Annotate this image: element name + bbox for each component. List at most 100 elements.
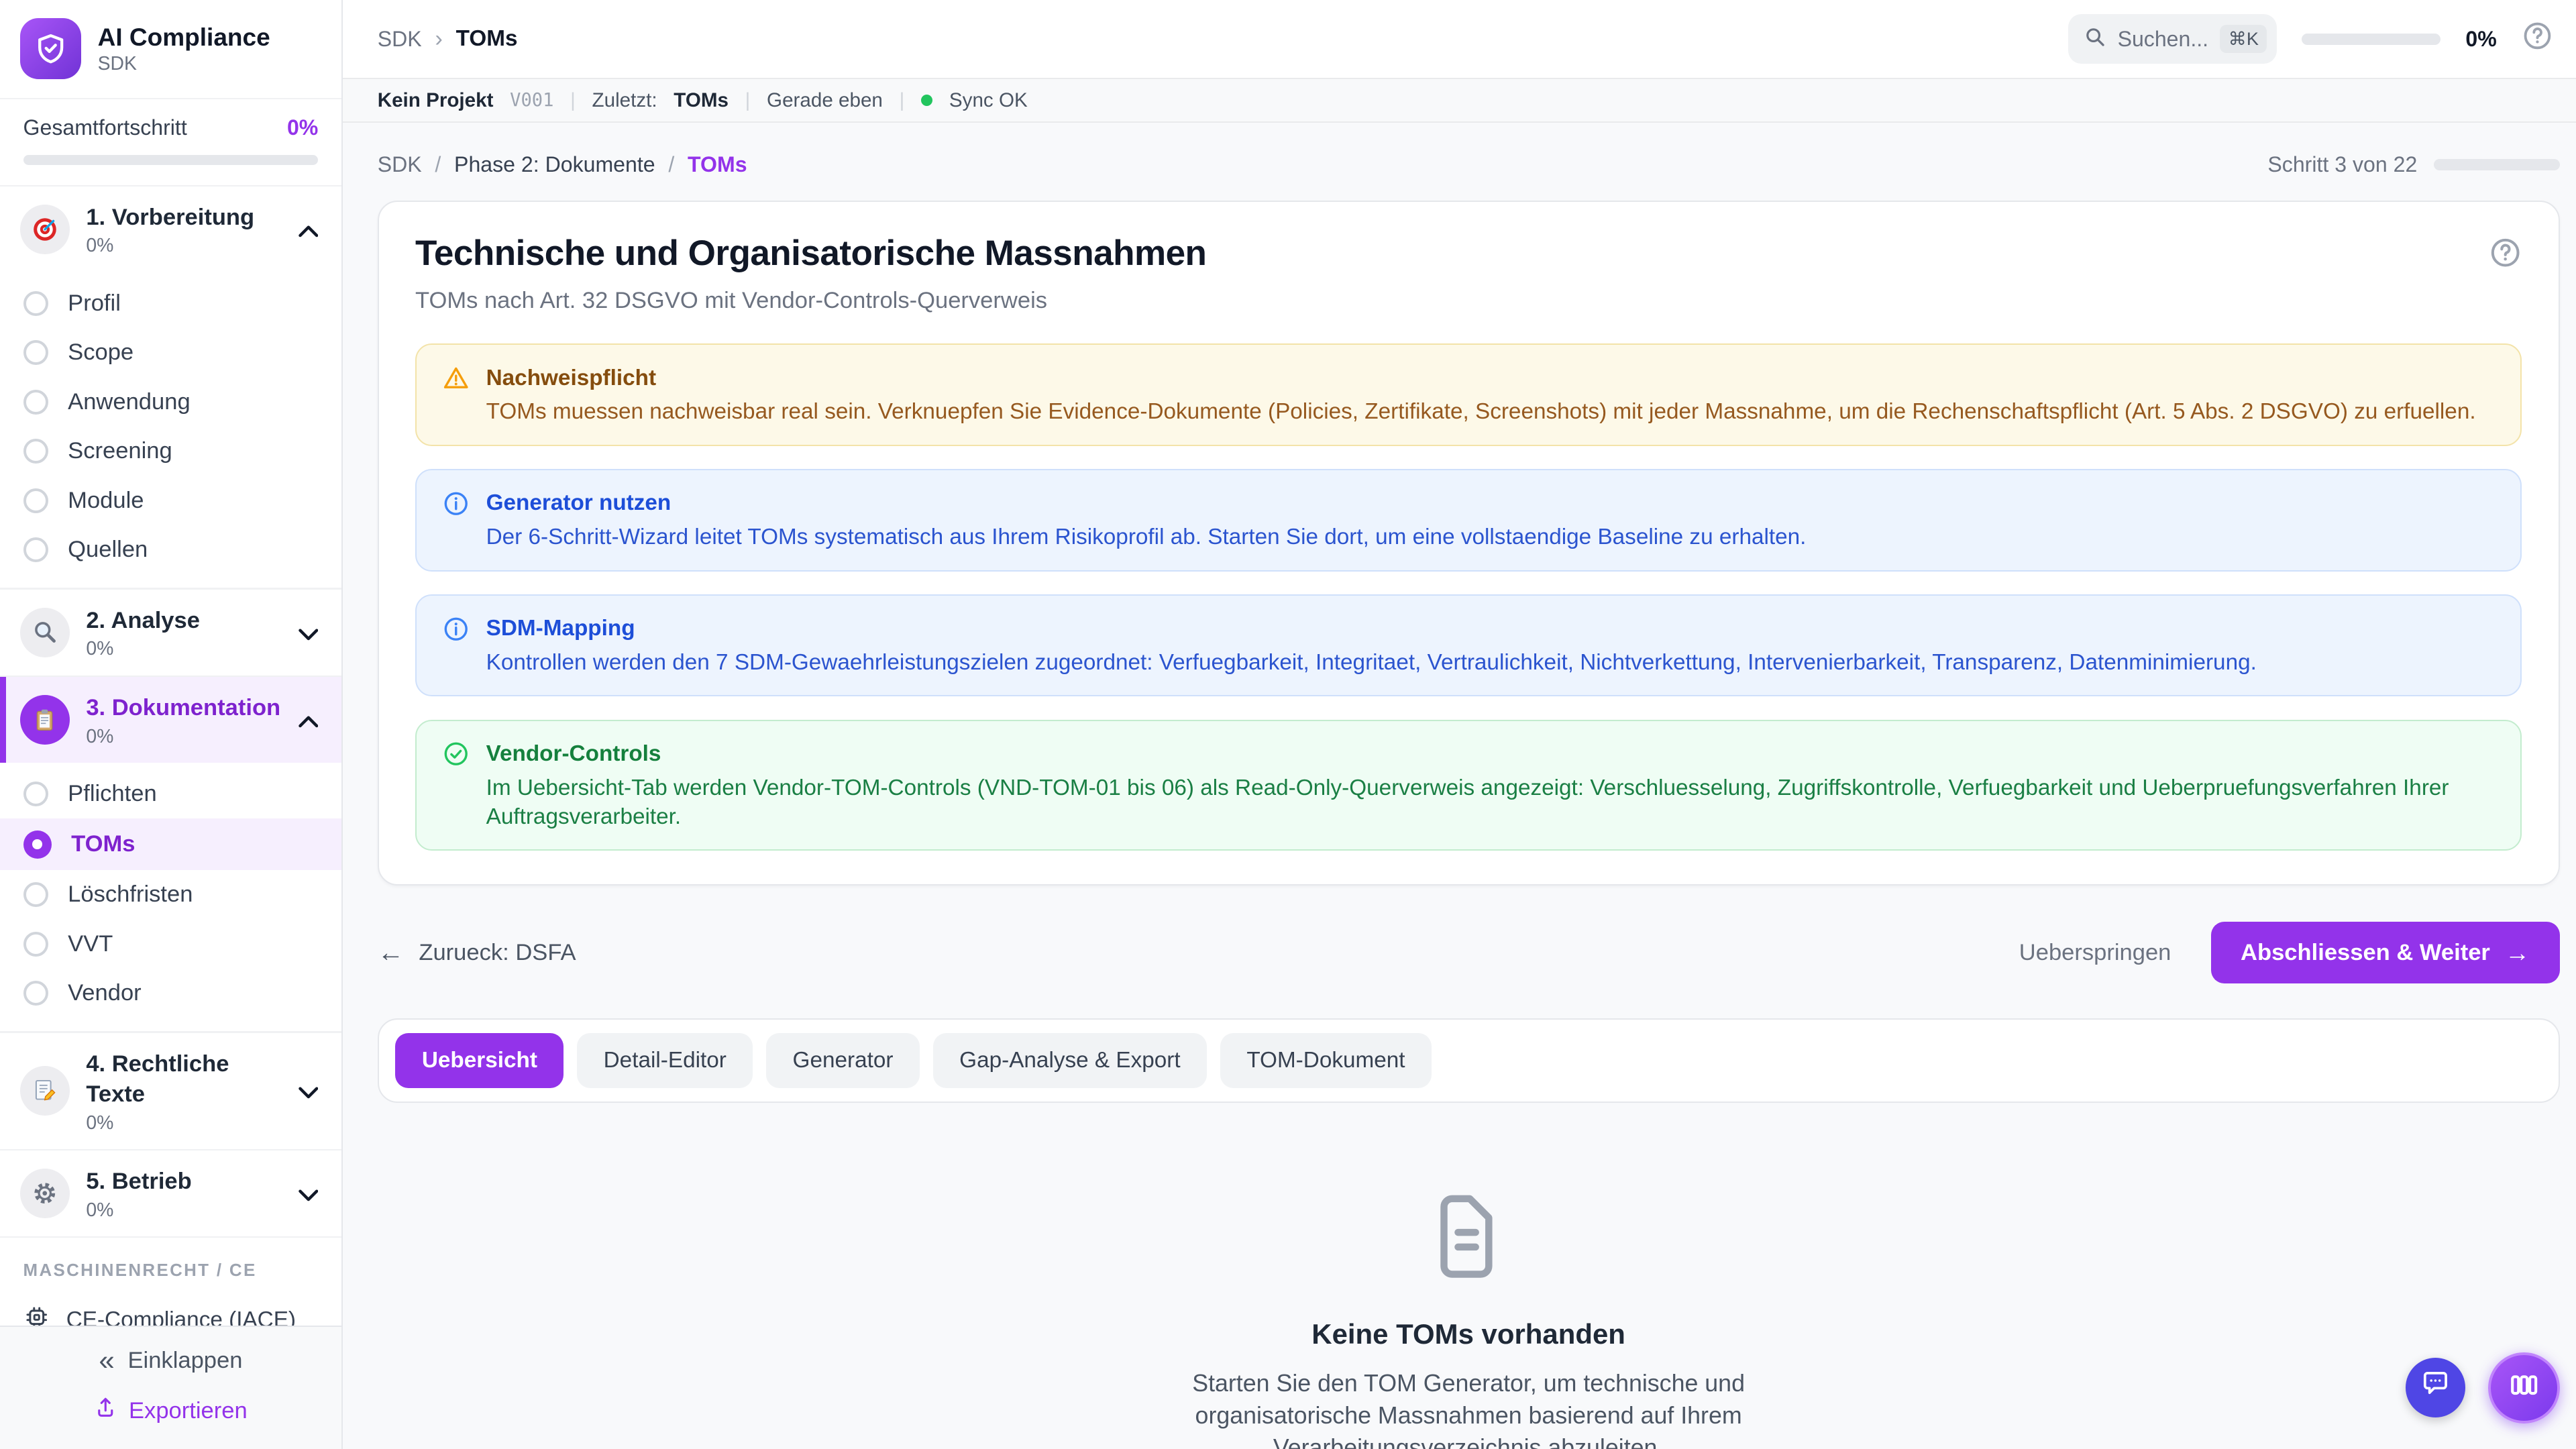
- radio-icon: [23, 537, 48, 562]
- sidebar-item-vendor[interactable]: Vendor: [0, 969, 341, 1018]
- tom-intro-card: Technische und Organisatorische Massnahm…: [378, 201, 2560, 885]
- app-subtitle: SDK: [98, 53, 270, 75]
- sidebar-nav: 1. Vorbereitung 0% Profil Scope Anwendun…: [0, 186, 341, 1326]
- app-title: AI Compliance: [98, 23, 270, 52]
- help-icon[interactable]: [2522, 20, 2553, 58]
- last-saved-time: Gerade eben: [767, 89, 883, 112]
- sidebar-item-ce-compliance[interactable]: CE-Compliance (IACE): [0, 1291, 341, 1326]
- header-progress-bar: [2302, 34, 2440, 45]
- section-label: 1. Vorbereitung: [86, 205, 254, 230]
- board-columns-button[interactable]: [2488, 1352, 2559, 1424]
- section-label: 2. Analyse: [86, 608, 200, 633]
- search-input[interactable]: Suchen... ⌘K: [2068, 14, 2277, 64]
- gear-icon: [20, 1169, 70, 1218]
- section-label: 5. Betrieb: [86, 1169, 191, 1194]
- tab-detail-editor[interactable]: Detail-Editor: [577, 1033, 753, 1088]
- tab-tom-dokument[interactable]: TOM-Dokument: [1220, 1033, 1432, 1088]
- radio-icon: [23, 439, 48, 464]
- sidebar-section-analyse[interactable]: 2. Analyse 0%: [0, 590, 341, 676]
- export-button[interactable]: Exportieren: [94, 1396, 247, 1426]
- notice-title: Nachweispflicht: [486, 364, 2476, 392]
- section-label: 3. Dokumentation: [86, 695, 280, 720]
- sidebar-item-anwendung[interactable]: Anwendung: [0, 378, 341, 427]
- magnifier-icon: [20, 608, 70, 657]
- notice-title: SDM-Mapping: [486, 614, 2257, 643]
- clipboard-icon: [20, 695, 70, 745]
- radio-selected-icon: [23, 830, 52, 859]
- radio-icon: [23, 390, 48, 415]
- radio-icon: [23, 981, 48, 1006]
- wizard-actions: ← Zurueck: DSFA Ueberspringen Abschliess…: [378, 922, 2560, 983]
- keyboard-shortcut-badge: ⌘K: [2220, 25, 2267, 53]
- skip-button[interactable]: Ueberspringen: [2019, 940, 2171, 966]
- chevron-up-icon: [299, 214, 319, 244]
- chevron-down-icon: [299, 617, 319, 647]
- export-label: Exportieren: [129, 1398, 248, 1424]
- empty-state: Keine TOMs vorhanden Starten Sie den TOM…: [378, 1103, 2560, 1448]
- overall-progress-label: Gesamtfortschritt: [23, 115, 187, 140]
- chat-button[interactable]: [2406, 1358, 2465, 1417]
- breadcrumb: SDK › TOMs: [378, 26, 518, 52]
- chevron-down-icon: [299, 1076, 319, 1106]
- sidebar-item-toms[interactable]: TOMs: [0, 818, 341, 869]
- section-percent: 0%: [86, 1112, 282, 1134]
- tab-uebersicht[interactable]: Uebersicht: [395, 1033, 564, 1088]
- section-percent: 0%: [86, 726, 282, 748]
- chip-icon: [23, 1304, 50, 1326]
- sidebar-section-vorbereitung[interactable]: 1. Vorbereitung 0%: [0, 186, 341, 272]
- empty-state-title: Keine TOMs vorhanden: [1311, 1318, 1625, 1350]
- tab-generator[interactable]: Generator: [766, 1033, 920, 1088]
- complete-next-button[interactable]: Abschliessen & Weiter →: [2211, 922, 2560, 983]
- step-progress: Schritt 3 von 22: [2267, 152, 2559, 177]
- notice-vendor-controls: Vendor-Controls Im Uebersicht-Tab werden…: [415, 720, 2522, 851]
- breadcrumb-phase[interactable]: Phase 2: Dokumente: [454, 152, 655, 177]
- sidebar-section-dokumentation[interactable]: 3. Dokumentation 0%: [0, 677, 341, 763]
- section-percent: 0%: [86, 1199, 282, 1222]
- page-title: Technische und Organisatorische Massnahm…: [415, 233, 1206, 274]
- notice-body: TOMs muessen nachweisbar real sein. Verk…: [486, 397, 2476, 426]
- sidebar-item-scope[interactable]: Scope: [0, 328, 341, 378]
- back-button[interactable]: ← Zurueck: DSFA: [378, 938, 576, 968]
- sync-status-label: Sync OK: [949, 89, 1028, 112]
- sidebar-section-betrieb[interactable]: 5. Betrieb 0%: [0, 1150, 341, 1236]
- sidebar-item-loeschfristen[interactable]: Löschfristen: [0, 870, 341, 920]
- radio-icon: [23, 882, 48, 907]
- tab-gap-analyse-export[interactable]: Gap-Analyse & Export: [933, 1033, 1207, 1088]
- sidebar-item-quellen[interactable]: Quellen: [0, 525, 341, 575]
- status-bar: Kein Projekt V001 | Zuletzt: TOMs | Gera…: [343, 79, 2576, 122]
- search-icon: [2084, 24, 2106, 54]
- sidebar-section-rechtliche-texte[interactable]: 4. Rechtliche Texte 0%: [0, 1033, 341, 1149]
- radio-icon: [23, 932, 48, 957]
- overall-progress: Gesamtfortschritt 0%: [0, 99, 341, 186]
- collapse-label: Einklappen: [127, 1348, 242, 1374]
- back-label: Zurueck: DSFA: [419, 940, 576, 966]
- complete-next-label: Abschliessen & Weiter: [2241, 940, 2490, 966]
- section-items-dokumentation: Pflichten TOMs Löschfristen VVT Vendor: [0, 763, 341, 1031]
- notice-title: Vendor-Controls: [486, 739, 2494, 768]
- chat-bubble-icon: [2420, 1368, 2451, 1407]
- page-content: SDK / Phase 2: Dokumente / TOMs Schritt …: [343, 123, 2576, 1449]
- arrow-right-icon: →: [2505, 938, 2530, 967]
- notice-sdm-mapping: SDM-Mapping Kontrollen werden den 7 SDM-…: [415, 594, 2522, 696]
- section-percent: 0%: [86, 638, 282, 660]
- step-label: Schritt 3 von 22: [2267, 152, 2417, 177]
- sidebar-item-vvt[interactable]: VVT: [0, 919, 341, 969]
- radio-icon: [23, 340, 48, 365]
- breadcrumb-root[interactable]: SDK: [378, 27, 422, 52]
- sidebar-item-module[interactable]: Module: [0, 476, 341, 526]
- collapse-sidebar-button[interactable]: « Einklappen: [99, 1346, 242, 1375]
- app-title-block: AI Compliance SDK: [98, 23, 270, 75]
- notice-body: Kontrollen werden den 7 SDM-Gewaehrleist…: [486, 648, 2257, 677]
- breadcrumb-sdk[interactable]: SDK: [378, 152, 422, 177]
- help-icon[interactable]: [2489, 236, 2522, 276]
- search-placeholder: Suchen...: [2118, 27, 2209, 52]
- sidebar-item-pflichten[interactable]: Pflichten: [0, 769, 341, 819]
- breadcrumb-toms: TOMs: [688, 152, 747, 177]
- chevron-down-icon: [299, 1179, 319, 1209]
- target-icon: [20, 205, 70, 254]
- sidebar-item-profil[interactable]: Profil: [0, 279, 341, 329]
- double-chevron-left-icon: «: [99, 1346, 114, 1375]
- sidebar-item-screening[interactable]: Screening: [0, 427, 341, 476]
- warning-triangle-icon: [443, 365, 469, 427]
- notice-nachweispflicht: Nachweispflicht TOMs muessen nachweisbar…: [415, 343, 2522, 445]
